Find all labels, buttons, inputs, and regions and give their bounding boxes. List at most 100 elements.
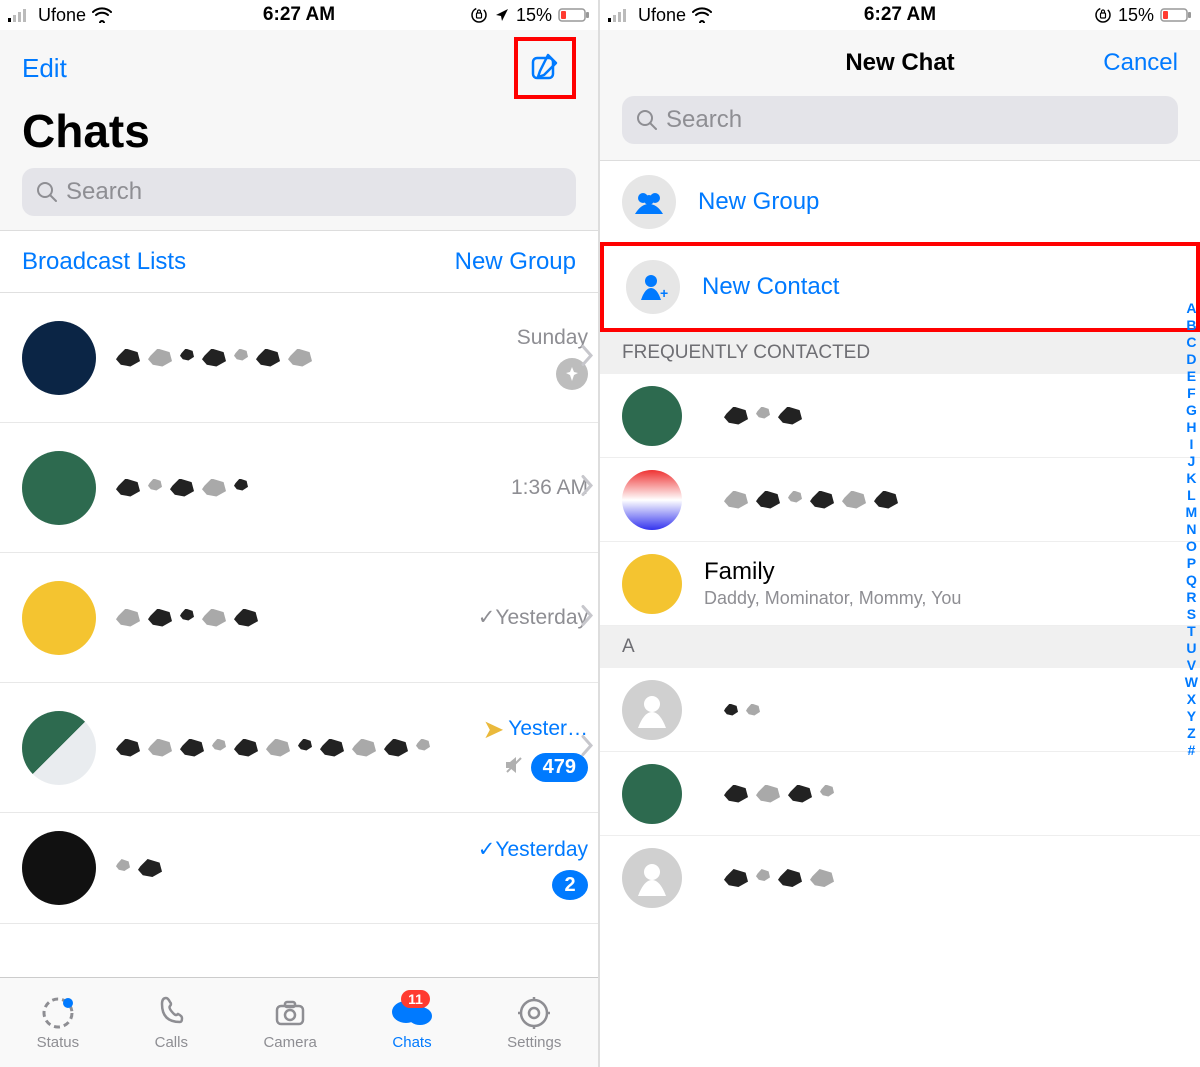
- tab-label: Camera: [263, 1034, 316, 1051]
- alpha-index-letter[interactable]: Z: [1187, 725, 1196, 741]
- alpha-index-letter[interactable]: X: [1187, 691, 1196, 707]
- chat-time: 1:36 AM: [511, 476, 588, 500]
- tab-bar: Status Calls Camera 11 Chats Settings: [0, 977, 598, 1067]
- time-label: 6:27 AM: [864, 4, 936, 26]
- search-input[interactable]: Search: [622, 96, 1178, 144]
- chat-row[interactable]: ✓Yesterday 2: [0, 813, 598, 924]
- group-icon: [622, 175, 676, 229]
- alpha-index-letter[interactable]: Y: [1187, 708, 1196, 724]
- alpha-index-letter[interactable]: V: [1187, 657, 1196, 673]
- new-group-row[interactable]: New Group: [600, 161, 1200, 244]
- contact-members: Daddy, Mominator, Mommy, You: [704, 588, 961, 609]
- alpha-index-letter[interactable]: S: [1187, 606, 1196, 622]
- alpha-index-letter[interactable]: #: [1187, 742, 1195, 758]
- avatar: [622, 764, 682, 824]
- alpha-index-letter[interactable]: T: [1187, 623, 1196, 639]
- status-bar-right: Ufone 6:27 AM 15%: [600, 0, 1200, 30]
- tab-settings[interactable]: Settings: [507, 994, 561, 1051]
- carrier-label: Ufone: [638, 5, 686, 26]
- alpha-index-letter[interactable]: K: [1186, 470, 1196, 486]
- alpha-index-letter[interactable]: Q: [1186, 572, 1197, 588]
- alpha-index-letter[interactable]: A: [1186, 300, 1196, 316]
- broadcast-lists-link[interactable]: Broadcast Lists: [22, 248, 186, 276]
- chevron-right-icon: [580, 603, 594, 632]
- tab-chats[interactable]: 11 Chats: [390, 994, 434, 1051]
- avatar: [622, 554, 682, 614]
- unread-badge: 2: [552, 870, 588, 900]
- tab-label: Settings: [507, 1034, 561, 1051]
- alpha-index-letter[interactable]: L: [1187, 487, 1196, 503]
- tab-camera[interactable]: Camera: [263, 994, 316, 1051]
- chat-time: Yester…: [508, 717, 588, 741]
- alpha-index-letter[interactable]: R: [1186, 589, 1196, 605]
- status-bar-left: Ufone 6:27 AM 15%: [0, 0, 598, 30]
- signal-icon: [608, 8, 632, 22]
- page-title: Chats: [22, 104, 576, 158]
- chat-row[interactable]: ✓Yesterday: [0, 553, 598, 683]
- chats-header: Edit Chats Search: [0, 30, 598, 231]
- avatar: [22, 831, 96, 905]
- new-group-link[interactable]: New Group: [455, 248, 576, 276]
- avatar: [22, 321, 96, 395]
- avatar: [22, 581, 96, 655]
- chat-row[interactable]: Sunday: [0, 293, 598, 423]
- alpha-index-letter[interactable]: B: [1186, 317, 1196, 333]
- alpha-index-letter[interactable]: M: [1186, 504, 1198, 520]
- contact-row[interactable]: [600, 752, 1200, 836]
- alpha-index-letter[interactable]: F: [1187, 385, 1196, 401]
- tab-label: Chats: [392, 1034, 431, 1051]
- contact-row[interactable]: [600, 374, 1200, 458]
- alpha-index-letter[interactable]: C: [1186, 334, 1196, 350]
- compose-icon[interactable]: [528, 49, 562, 88]
- new-chat-header: New Chat Cancel Search: [600, 30, 1200, 161]
- avatar: [622, 386, 682, 446]
- alpha-index-letter[interactable]: D: [1186, 351, 1196, 367]
- search-icon: [636, 109, 658, 131]
- alpha-index-letter[interactable]: J: [1187, 453, 1195, 469]
- chevron-right-icon: [580, 343, 594, 372]
- search-input[interactable]: Search: [22, 168, 576, 216]
- alpha-index-letter[interactable]: I: [1189, 436, 1193, 452]
- carrier-label: Ufone: [38, 5, 86, 26]
- chat-list: Sunday 1:36 AM ✓Yesterday: [0, 293, 598, 924]
- broadcast-newgroup-row: Broadcast Lists New Group: [0, 231, 598, 293]
- avatar-placeholder-icon: [622, 848, 682, 908]
- new-contact-row[interactable]: + New Contact: [600, 242, 1200, 332]
- add-contact-icon: +: [626, 260, 680, 314]
- search-placeholder: Search: [66, 178, 142, 206]
- search-placeholder: Search: [666, 106, 742, 134]
- sent-arrow-icon: ➤: [482, 714, 504, 745]
- alpha-index-letter[interactable]: E: [1187, 368, 1196, 384]
- battery-icon: [558, 7, 590, 23]
- contact-name: Family: [704, 558, 961, 586]
- alpha-index-letter[interactable]: O: [1186, 538, 1197, 554]
- contact-row[interactable]: [600, 668, 1200, 752]
- alpha-index-letter[interactable]: N: [1186, 521, 1196, 537]
- section-a: A: [600, 626, 1200, 668]
- alpha-index-letter[interactable]: P: [1187, 555, 1196, 571]
- cancel-button[interactable]: Cancel: [1103, 49, 1178, 77]
- contact-row[interactable]: [600, 458, 1200, 542]
- section-frequently-contacted: FREQUENTLY CONTACTED: [600, 332, 1200, 374]
- new-group-label: New Group: [698, 188, 1178, 216]
- alpha-index-letter[interactable]: G: [1186, 402, 1197, 418]
- chat-row[interactable]: ➤ Yester… 479: [0, 683, 598, 813]
- new-contact-label: New Contact: [702, 273, 1174, 301]
- contact-row-family[interactable]: Family Daddy, Mominator, Mommy, You: [600, 542, 1200, 626]
- alpha-index-letter[interactable]: H: [1186, 419, 1196, 435]
- page-title: New Chat: [845, 49, 954, 77]
- tab-calls[interactable]: Calls: [152, 994, 190, 1051]
- new-chat-screen: Ufone 6:27 AM 15% New Chat Cancel Search: [600, 0, 1200, 1067]
- alpha-index-letter[interactable]: W: [1185, 674, 1198, 690]
- battery-pct: 15%: [1118, 5, 1154, 26]
- compose-highlight-box: [514, 37, 576, 99]
- search-icon: [36, 181, 58, 203]
- chat-row[interactable]: 1:36 AM: [0, 423, 598, 553]
- tab-status[interactable]: Status: [37, 994, 80, 1051]
- alpha-index-letter[interactable]: U: [1186, 640, 1196, 656]
- contact-row[interactable]: [600, 836, 1200, 920]
- orientation-lock-icon: [1094, 6, 1112, 24]
- wifi-icon: [692, 7, 712, 23]
- edit-button[interactable]: Edit: [22, 53, 67, 84]
- alpha-index[interactable]: ABCDEFGHIJKLMNOPQRSTUVWXYZ#: [1185, 300, 1198, 758]
